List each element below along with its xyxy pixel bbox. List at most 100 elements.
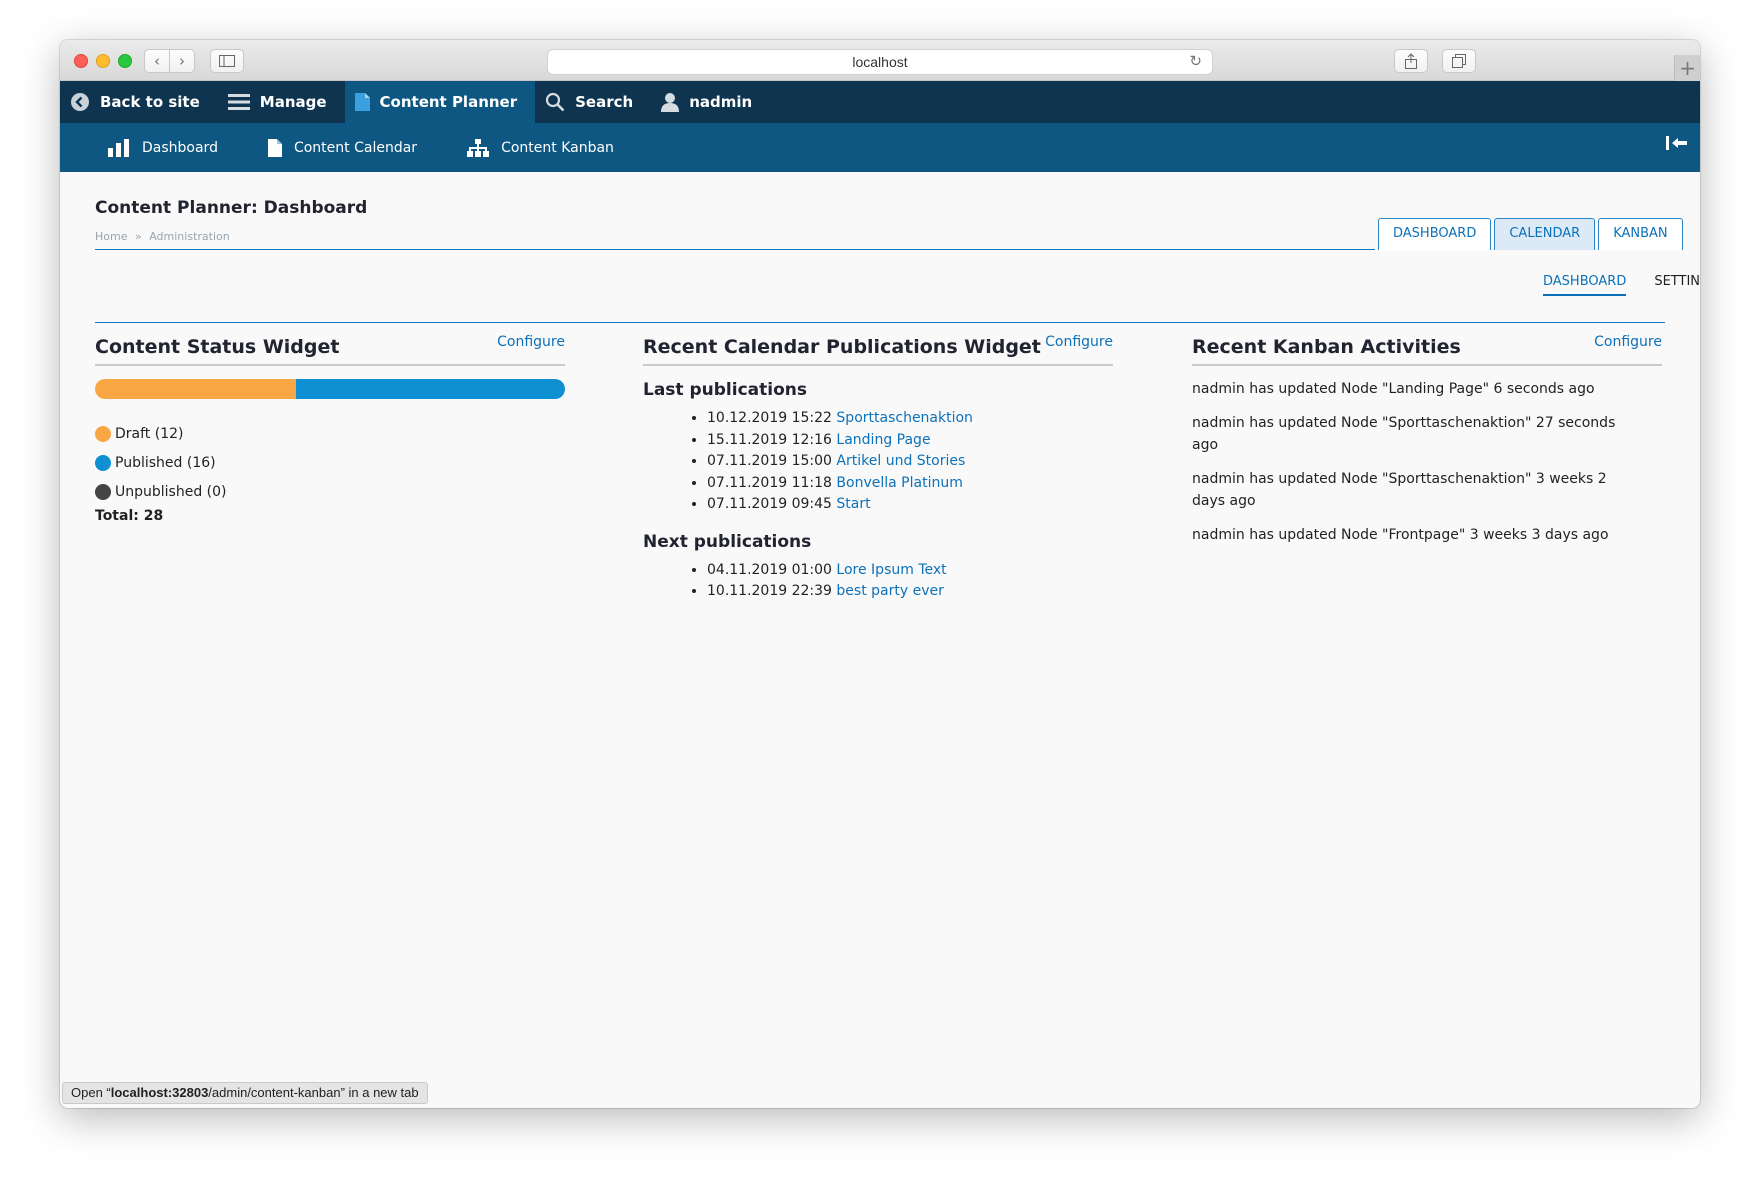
- list-item: 10.11.2019 22:39 best party ever: [707, 583, 1113, 605]
- publication-date: 04.11.2019 01:00: [707, 561, 832, 578]
- list-item: 10.12.2019 15:22 Sporttaschenaktion: [707, 410, 1113, 432]
- tab-dashboard[interactable]: DASHBOARD: [1378, 218, 1492, 250]
- kanban-activities-widget: Recent Kanban Activities Configure nadmi…: [1192, 334, 1662, 546]
- legend-label: Unpublished (0): [115, 483, 227, 500]
- publication-date: 15.11.2019 12:16: [707, 431, 832, 448]
- widget-title: Recent Calendar Publications Widget: [643, 336, 1041, 358]
- back-arrow-icon: [70, 92, 90, 112]
- search-icon: [545, 92, 565, 112]
- status-legend: Draft (12) Published (16) Unpublished (0…: [95, 419, 565, 524]
- collapse-left-icon: [1666, 136, 1687, 150]
- next-publications-heading: Next publications: [643, 531, 812, 552]
- publication-date: 07.11.2019 11:18: [707, 474, 832, 491]
- publication-date: 07.11.2019 09:45: [707, 496, 832, 512]
- tab-kanban[interactable]: KANBAN: [1598, 218, 1683, 250]
- toolbar-label: Content Planner: [379, 93, 518, 111]
- widget-title: Content Status Widget: [95, 336, 340, 358]
- tray-label: Dashboard: [142, 139, 218, 156]
- toolbar-tray: Dashboard Content Calendar Content Kanba…: [60, 123, 1700, 172]
- toolbar-label: nadmin: [689, 93, 753, 111]
- activity-item: nadmin has updated Node "Landing Page" 6…: [1192, 381, 1595, 397]
- subtab-settings[interactable]: SETTINGS: [1654, 274, 1700, 296]
- subtab-dashboard[interactable]: DASHBOARD: [1543, 274, 1627, 296]
- legend-unpublished: Unpublished (0): [95, 477, 565, 506]
- draft-dot-icon: [95, 425, 111, 442]
- toolbar-label: Back to site: [100, 93, 200, 111]
- tray-item-content-kanban[interactable]: Content Kanban: [467, 138, 614, 157]
- sidebar-icon: [219, 55, 235, 67]
- widget-header: Content Status Widget Configure: [95, 334, 565, 366]
- tray-label: Content Kanban: [501, 139, 614, 156]
- tray-label: Content Calendar: [293, 139, 418, 156]
- breadcrumb-separator: »: [134, 230, 142, 243]
- legend-label: Draft (12): [115, 425, 184, 442]
- browser-titlebar: ‹ › localhost ↻ +: [60, 40, 1700, 81]
- breadcrumb: Home » Administration: [95, 230, 230, 243]
- unpublished-dot-icon: [95, 483, 111, 500]
- toolbar-back-to-site[interactable]: Back to site: [60, 81, 218, 123]
- legend-label: Published (16): [115, 454, 216, 471]
- browser-window: ‹ › localhost ↻ + Back to site Manage Co…: [60, 40, 1700, 1108]
- minimize-window-button[interactable]: [96, 54, 110, 68]
- toolbar-manage[interactable]: Manage: [218, 81, 345, 123]
- back-nav-button[interactable]: ‹: [144, 49, 170, 73]
- share-button[interactable]: [1394, 49, 1428, 73]
- close-window-button[interactable]: [74, 54, 88, 68]
- publication-link[interactable]: Artikel und Stories: [836, 453, 965, 469]
- toolbar-label: Manage: [259, 93, 327, 111]
- activity-item: nadmin has updated Node "Frontpage" 3 we…: [1192, 527, 1609, 543]
- tab-calendar[interactable]: CALENDAR: [1494, 218, 1596, 250]
- status-suffix: ” in a new tab: [340, 1085, 419, 1100]
- document-icon: [354, 93, 370, 111]
- last-publications-heading: Last publications: [643, 380, 807, 400]
- publication-link[interactable]: Bonvella Platinum: [836, 475, 962, 491]
- tray-item-dashboard[interactable]: Dashboard: [108, 138, 218, 157]
- publication-date: 10.12.2019 15:22: [707, 410, 832, 426]
- activity-item: nadmin has updated Node "Sporttaschenakt…: [1192, 471, 1607, 509]
- widget-header: Recent Kanban Activities Configure: [1192, 334, 1662, 366]
- breadcrumb-admin-link[interactable]: Administration: [149, 230, 230, 243]
- published-segment: [296, 379, 565, 399]
- activity-item: nadmin has updated Node "Sporttaschenakt…: [1192, 415, 1616, 453]
- status-host: localhost:32803: [110, 1085, 209, 1100]
- legend-draft: Draft (12): [95, 419, 565, 448]
- toolbar-search[interactable]: Search: [535, 81, 651, 123]
- hamburger-icon: [227, 93, 250, 111]
- link-hover-status: Open “localhost:32803/admin/content-kanb…: [62, 1082, 428, 1104]
- publication-link[interactable]: Sporttaschenaktion: [836, 410, 973, 426]
- configure-link[interactable]: Configure: [497, 334, 565, 350]
- publication-link[interactable]: Landing Page: [836, 432, 930, 448]
- configure-link[interactable]: Configure: [1594, 334, 1662, 350]
- breadcrumb-home-link[interactable]: Home: [95, 230, 127, 243]
- chevron-right-icon: ›: [179, 52, 185, 70]
- reload-icon[interactable]: ↻: [1189, 50, 1202, 74]
- last-publications-list: 10.12.2019 15:22 Sporttaschenaktion 15.1…: [643, 410, 1113, 518]
- publication-link[interactable]: Start: [836, 496, 870, 512]
- status-path: /admin/content-kanban: [208, 1085, 341, 1100]
- new-tab-button[interactable]: +: [1674, 55, 1700, 81]
- list-item: 07.11.2019 09:45 Start: [707, 496, 1113, 518]
- publication-date: 10.11.2019 22:39: [707, 583, 832, 599]
- address-bar[interactable]: localhost ↻: [547, 49, 1213, 75]
- widget-title: Recent Kanban Activities: [1192, 336, 1461, 358]
- configure-link[interactable]: Configure: [1045, 334, 1113, 350]
- list-item: 15.11.2019 12:16 Landing Page: [707, 432, 1113, 454]
- legend-published: Published (16): [95, 448, 565, 477]
- list-item: 07.11.2019 11:18 Bonvella Platinum: [707, 475, 1113, 497]
- page-title: Content Planner: Dashboard: [95, 198, 368, 218]
- tabs-overview-button[interactable]: [1442, 49, 1476, 73]
- toolbar-user[interactable]: nadmin: [651, 81, 770, 123]
- tray-collapse-button[interactable]: [1666, 135, 1688, 155]
- content-status-widget: Content Status Widget Configure Draft (1…: [95, 334, 565, 524]
- publication-link[interactable]: Lore Ipsum Text: [836, 562, 946, 578]
- publication-link[interactable]: best party ever: [836, 583, 943, 599]
- chevron-left-icon: ‹: [154, 52, 160, 70]
- tray-item-content-calendar[interactable]: Content Calendar: [267, 138, 418, 157]
- sitemap-icon: [467, 138, 490, 157]
- zoom-window-button[interactable]: [118, 54, 132, 68]
- sidebar-toggle-button[interactable]: [210, 49, 244, 73]
- status-prefix: Open “: [71, 1085, 111, 1100]
- toolbar-content-planner[interactable]: Content Planner: [344, 81, 536, 123]
- user-icon: [661, 92, 680, 112]
- forward-nav-button[interactable]: ›: [169, 49, 195, 73]
